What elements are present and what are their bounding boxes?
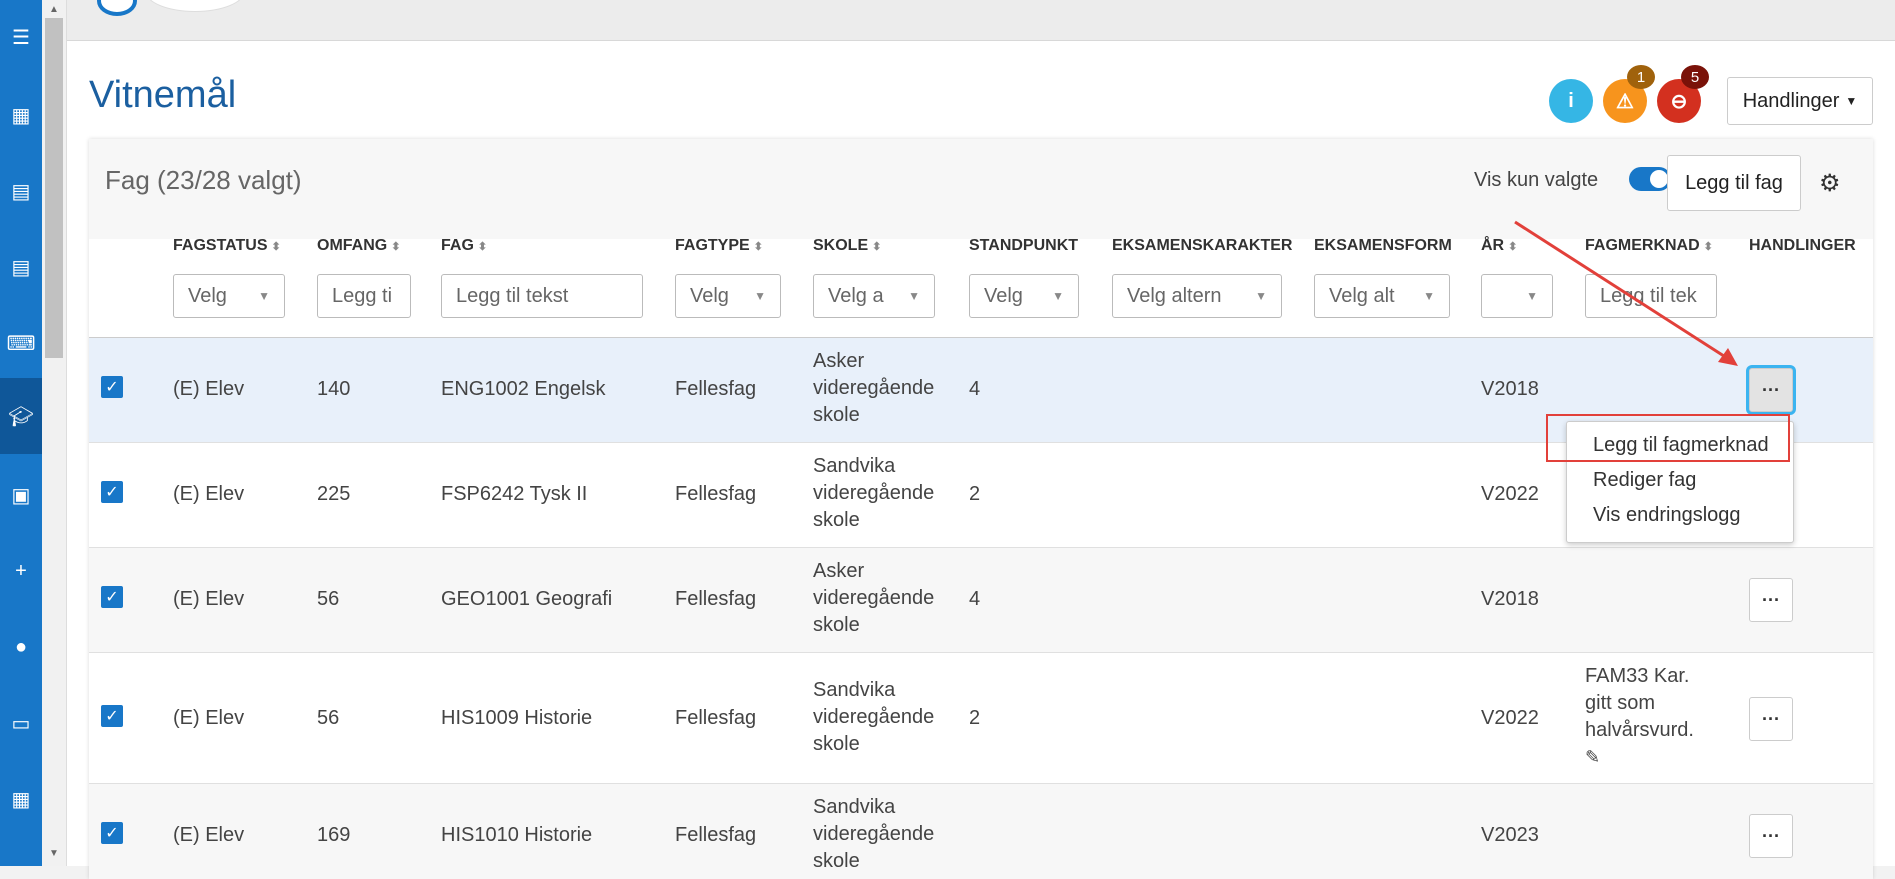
annotation-arrow	[1514, 220, 1738, 366]
